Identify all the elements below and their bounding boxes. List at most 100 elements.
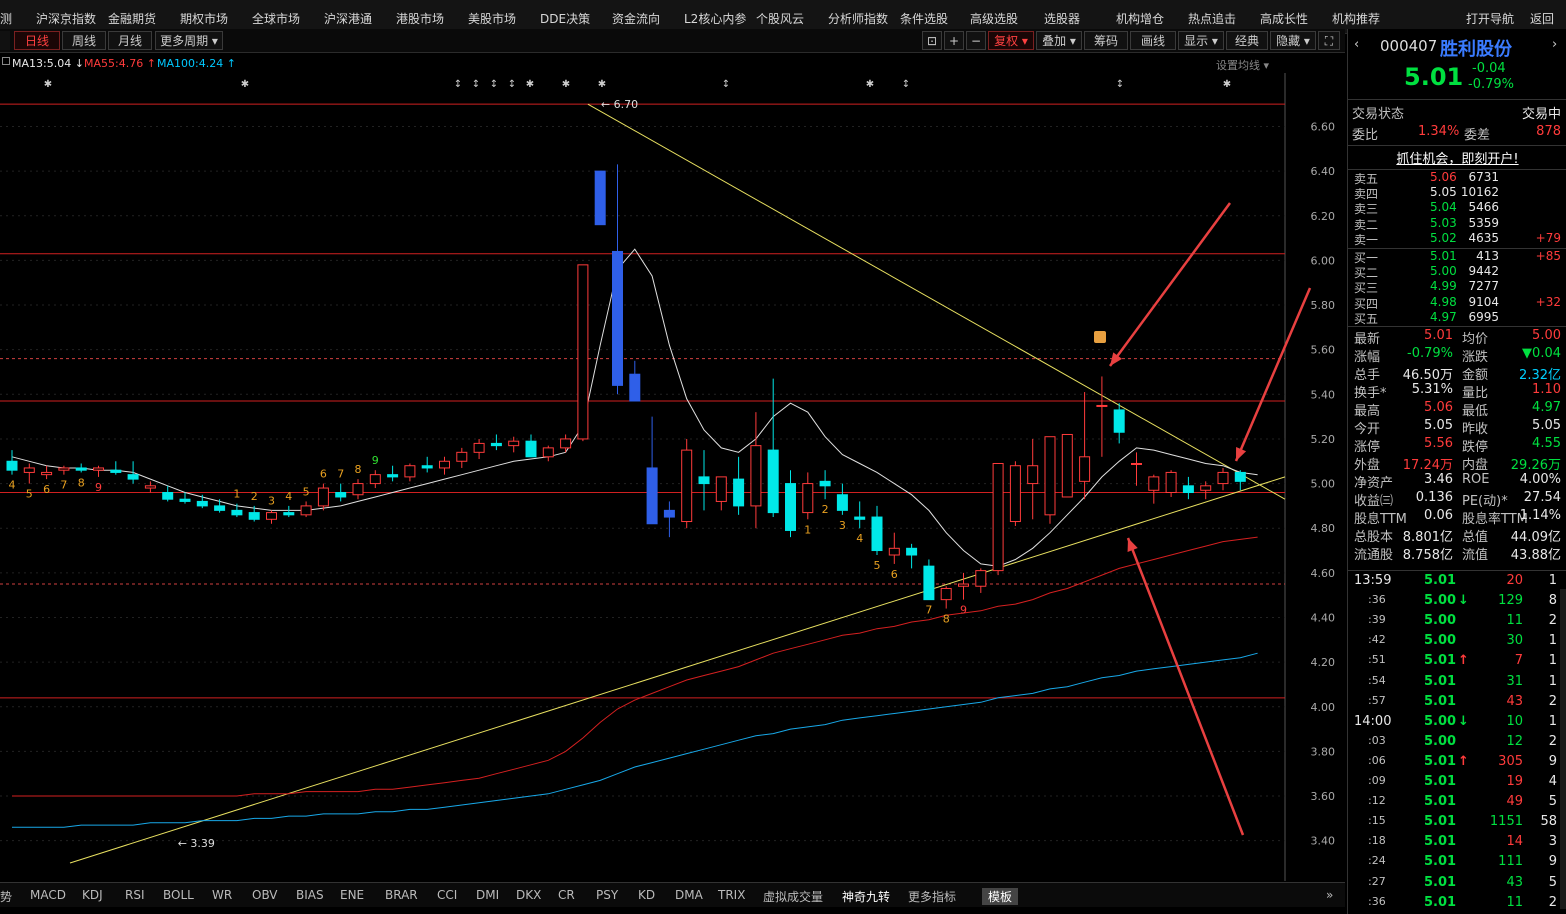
adjust-button[interactable]: 复权 ▾ (988, 31, 1034, 50)
menu-item-9[interactable]: 资金流向 (612, 10, 660, 27)
menu-item-6[interactable]: 港股市场 (396, 10, 444, 27)
indicator-tab-4[interactable]: BOLL (163, 888, 194, 902)
quote-row: 涨停 5.56 跌停 4.55 (1348, 436, 1566, 455)
toolbar-edge (0, 31, 10, 50)
candle-body (179, 498, 191, 502)
menu-item-15[interactable]: 选股器 (1044, 10, 1080, 27)
period-weekly-tab[interactable]: 周线 (62, 31, 106, 50)
lock-icon[interactable]: ⊡ (922, 31, 942, 50)
indicator-tab-16[interactable]: DMA (675, 888, 703, 902)
quote-label: 均价 (1462, 332, 1489, 347)
menu-item-11[interactable]: 个股风云 (756, 10, 804, 27)
indicator-tab-5[interactable]: WR (212, 888, 232, 902)
indicator-tab-8[interactable]: ENE (340, 888, 364, 902)
open-account-banner[interactable]: 抓住机会，即刻开户! (1348, 148, 1566, 167)
chips-button[interactable]: 筹码 (1084, 31, 1128, 50)
menu-item-19[interactable]: 机构推荐 (1332, 10, 1380, 27)
candle-body (629, 373, 641, 402)
indicator-scroll-right-icon[interactable]: » (1326, 888, 1333, 902)
indicator-tab-12[interactable]: DKX (516, 888, 541, 902)
menu-item-10[interactable]: L2核心内参 (684, 10, 746, 27)
quote-label: 总手 (1354, 368, 1381, 383)
prev-stock-icon[interactable]: ‹ (1354, 37, 1359, 52)
classic-button[interactable]: 经典 (1226, 31, 1268, 50)
menu-item-13[interactable]: 条件选股 (900, 10, 948, 27)
zoom-out-icon[interactable]: − (966, 31, 986, 50)
menu-item-2[interactable]: 金融期货 (108, 10, 156, 27)
indicator-tab-19[interactable]: 神奇九转 (842, 888, 890, 905)
book-price: 5.01 (1430, 249, 1457, 263)
fullscreen-icon[interactable]: ⛶ (1318, 31, 1340, 50)
indicator-tab-3[interactable]: RSI (125, 888, 145, 902)
trade-status-row: 交易状态 交易中 (1348, 103, 1566, 122)
candle-body (906, 547, 918, 556)
menu-item-4[interactable]: 全球市场 (252, 10, 300, 27)
menu-item-18[interactable]: 高成长性 (1260, 10, 1308, 27)
menu-item-17[interactable]: 热点追击 (1188, 10, 1236, 27)
quote-row: 最新 5.01 均价 5.00 (1348, 328, 1566, 347)
indicator-tab-7[interactable]: BIAS (296, 888, 324, 902)
set-ma-button[interactable]: 设置均线 ▾ (1216, 57, 1269, 73)
indicator-tab-2[interactable]: KDJ (82, 888, 103, 902)
candle-body (1148, 476, 1160, 491)
menu-item-1[interactable]: 沪深京指数 (36, 10, 96, 27)
candle-body (214, 505, 226, 511)
tick-count: 1 (1548, 573, 1557, 588)
menu-item-21[interactable]: 返回 (1530, 10, 1554, 27)
info-mine-icon: ↕ (508, 79, 516, 90)
indicator-tab-18[interactable]: 虚拟成交量 (763, 888, 823, 905)
menu-item-0[interactable]: 测 (0, 10, 12, 27)
tick-row: :24 5.01 111 9 (1348, 854, 1566, 872)
indicator-tab-21[interactable]: 模板 (982, 888, 1019, 905)
tick-volume: 111 (1498, 854, 1523, 870)
indicator-tab-0[interactable]: 势 (0, 888, 12, 905)
menu-item-3[interactable]: 期权市场 (180, 10, 228, 27)
overlay-button[interactable]: 叠加 ▾ (1036, 31, 1082, 50)
indicator-tab-9[interactable]: BRAR (385, 888, 418, 902)
tick-scrollbar[interactable] (1560, 589, 1566, 909)
indicator-tab-11[interactable]: DMI (476, 888, 499, 902)
menu-item-12[interactable]: 分析师指数 (828, 10, 888, 27)
annotation-arrow-2 (1126, 537, 1245, 836)
tick-price: 5.01 (1424, 874, 1457, 890)
display-button[interactable]: 显示 ▾ (1178, 31, 1224, 50)
tick-price: 5.01 (1424, 753, 1457, 769)
quote-value: 46.50万 (1402, 368, 1453, 383)
tick-count: 1 (1548, 633, 1557, 649)
price-tick-label: 4.40 (1311, 611, 1336, 624)
draw-line-button[interactable]: 画线 (1130, 31, 1176, 50)
tick-price: 5.01 (1424, 573, 1457, 588)
tick-row: :12 5.01 49 5 (1348, 794, 1566, 812)
indicator-tab-15[interactable]: KD (638, 888, 655, 902)
period-monthly-tab[interactable]: 月线 (108, 31, 152, 50)
legend-toggle-icon[interactable] (2, 57, 10, 65)
menu-item-16[interactable]: 机构增仓 (1116, 10, 1164, 27)
menu-item-14[interactable]: 高级选股 (970, 10, 1018, 27)
candle-body (1027, 465, 1039, 485)
kline-chart[interactable]: 6.60 6.40 6.20 6.00 5.80 5.60 5.40 5.20 5.00 4.80… (0, 73, 1345, 881)
period-more-dropdown[interactable]: 更多周期 ▾ (155, 31, 223, 50)
tick-row: :09 5.01 19 4 (1348, 774, 1566, 792)
indicator-tab-6[interactable]: OBV (252, 888, 278, 902)
hide-button[interactable]: 隐藏 ▾ (1270, 31, 1316, 50)
info-mine-icon: ✱ (1223, 79, 1231, 90)
indicator-tab-20[interactable]: 更多指标 (908, 888, 956, 905)
menu-item-5[interactable]: 沪深港通 (324, 10, 372, 27)
indicator-tab-13[interactable]: CR (558, 888, 575, 902)
zoom-in-icon[interactable]: + (944, 31, 964, 50)
menu-item-8[interactable]: DDE决策 (540, 10, 590, 27)
tick-volume: 305 (1498, 753, 1523, 769)
period-daily-tab[interactable]: 日线 (14, 31, 60, 50)
ma100-legend: MA100:4.24 ↑ (157, 57, 236, 70)
indicator-tab-10[interactable]: CCI (437, 888, 457, 902)
indicator-tab-17[interactable]: TRIX (718, 888, 745, 902)
indicator-tab-14[interactable]: PSY (596, 888, 618, 902)
next-stock-icon[interactable]: › (1552, 37, 1557, 52)
book-volume: 5359 (1468, 215, 1499, 230)
menu-item-20[interactable]: 打开导航 (1466, 10, 1514, 27)
candle-body (58, 467, 70, 471)
last-price: 5.01 (1404, 63, 1464, 91)
indicator-tab-1[interactable]: MACD (30, 888, 66, 902)
quote-row: 换手* 5.31% 量比 1.10 (1348, 382, 1566, 401)
menu-item-7[interactable]: 美股市场 (468, 10, 516, 27)
